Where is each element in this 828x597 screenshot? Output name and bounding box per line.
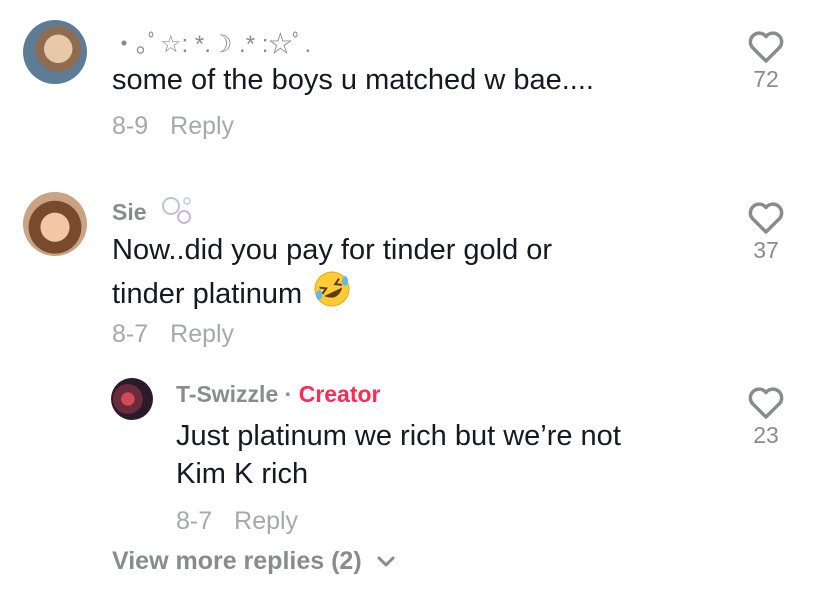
reply-button[interactable]: Reply xyxy=(234,507,298,535)
comment-meta: 8-9 Reply xyxy=(112,112,234,141)
creator-badge: Creator xyxy=(298,381,381,407)
comment-date: 8-9 xyxy=(112,112,149,140)
like-button[interactable]: 23 xyxy=(744,384,788,449)
separator: · xyxy=(284,381,293,407)
comment-meta: 8-7 Reply xyxy=(176,507,298,536)
heart-outline-icon xyxy=(748,31,784,63)
comment-text-fragment: tinder platinum xyxy=(112,278,303,310)
bubbles-icon xyxy=(161,195,195,233)
view-more-label: View more replies (2) xyxy=(112,547,362,575)
comment-username-text: Sie xyxy=(112,199,147,226)
comment-text-line: tinder platinum xyxy=(112,269,352,319)
like-button[interactable]: 37 xyxy=(744,199,788,264)
view-more-replies-button[interactable]: View more replies (2) xyxy=(112,547,396,576)
reply-username-row: T-Swizzle · Creator xyxy=(176,381,381,408)
comment-text-line: Kim K rich xyxy=(176,458,309,490)
like-button[interactable]: 72 xyxy=(744,28,788,93)
comment-text-line: Just platinum we rich but we’re not xyxy=(176,420,621,452)
reply-button[interactable]: Reply xyxy=(170,112,234,140)
comment-text-line: Now..did you pay for tinder gold or xyxy=(112,234,553,266)
avatar[interactable] xyxy=(23,20,87,84)
comment-meta: 8-7 Reply xyxy=(112,320,234,349)
comment-username[interactable]: ・｡ﾟ☆: *.☽ .* :☆ﾟ. xyxy=(112,24,311,59)
comment-date: 8-7 xyxy=(112,320,149,348)
like-count: 72 xyxy=(753,66,779,92)
rolling-on-floor-laughing-emoji xyxy=(312,269,352,319)
comment-date: 8-7 xyxy=(176,507,213,535)
avatar[interactable] xyxy=(23,192,87,256)
heart-outline-icon xyxy=(748,387,784,419)
like-count: 37 xyxy=(753,237,779,263)
chevron-down-icon xyxy=(377,556,395,566)
like-count: 23 xyxy=(753,422,779,448)
avatar[interactable] xyxy=(111,378,153,420)
heart-outline-icon xyxy=(748,202,784,234)
comment-username[interactable]: Sie xyxy=(112,195,195,233)
comment-username[interactable]: T-Swizzle xyxy=(176,381,278,407)
reply-button[interactable]: Reply xyxy=(170,320,234,348)
comment-text: some of the boys u matched w bae.... xyxy=(112,64,594,96)
